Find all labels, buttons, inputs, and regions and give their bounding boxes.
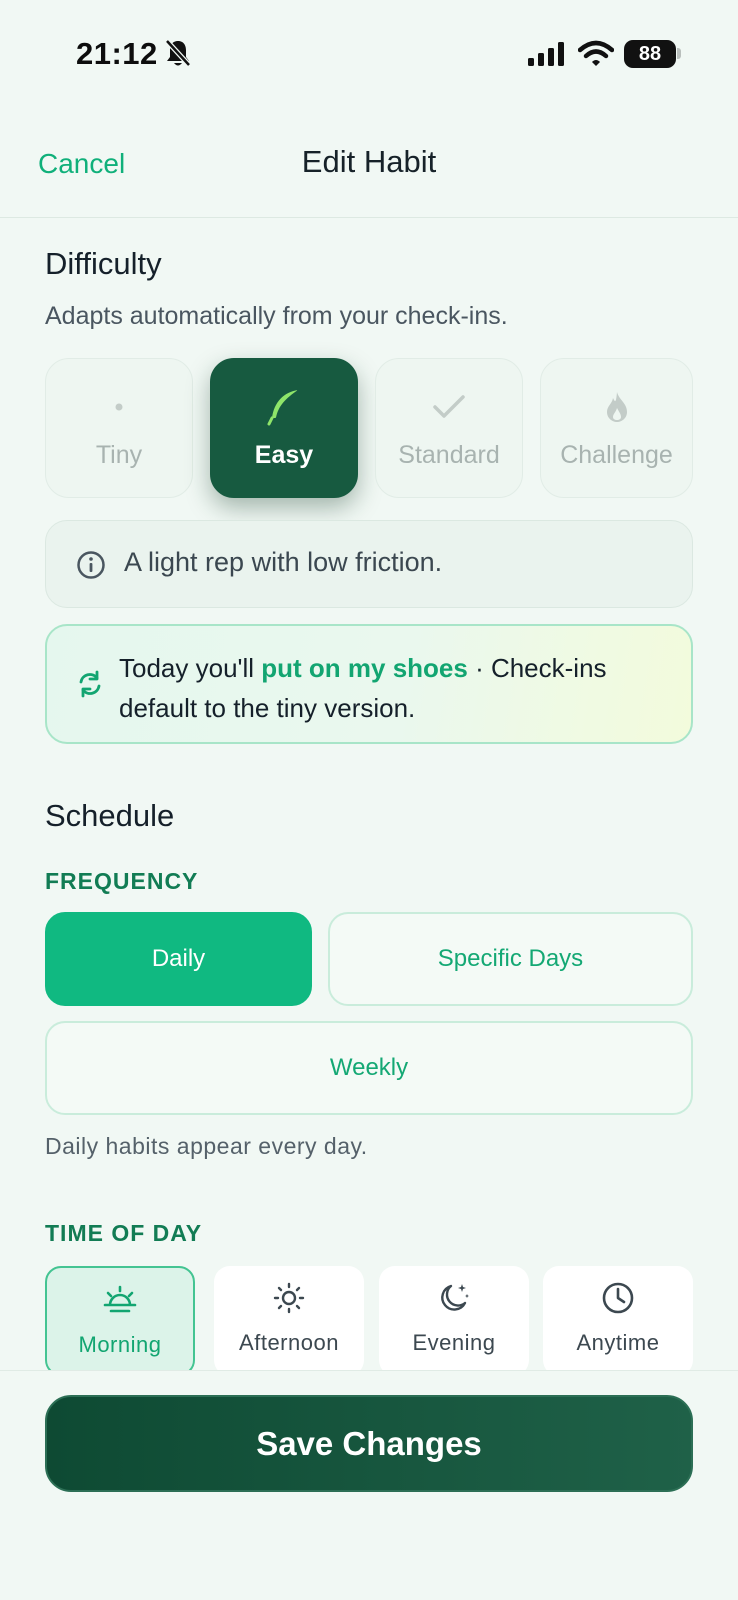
time-of-day-label-text: Afternoon — [239, 1330, 339, 1355]
today-text: Today you'll put on my shoes · Check-ins… — [119, 648, 679, 728]
status-bar: 21:12 88 — [0, 0, 738, 110]
sunrise-icon — [47, 1282, 193, 1318]
time-of-day-label-text: Evening — [412, 1330, 496, 1355]
refresh-icon — [77, 670, 103, 703]
feather-icon — [211, 387, 357, 427]
difficulty-option-label: Tiny — [95, 441, 143, 469]
save-changes-button[interactable]: Save Changes — [45, 1395, 693, 1492]
status-time: 21:12 — [76, 36, 158, 71]
today-notice: Today you'll put on my shoes · Check-ins… — [45, 624, 693, 744]
frequency-label: FREQUENCY — [45, 868, 199, 894]
frequency-specific-days-button[interactable]: Specific Days — [328, 912, 693, 1006]
time-of-day-evening[interactable]: Evening — [379, 1266, 529, 1376]
time-of-day-label-text: Morning — [78, 1332, 162, 1357]
dot-icon — [46, 387, 192, 427]
difficulty-option-label: Standard — [398, 441, 500, 469]
frequency-weekly-button[interactable]: Weekly — [45, 1021, 693, 1115]
today-habit-action: put on my shoes — [261, 653, 468, 683]
frequency-note: Daily habits appear every day. — [45, 1133, 368, 1159]
wifi-icon — [577, 40, 615, 73]
today-text-prefix: Today you'll — [119, 653, 262, 683]
check-icon — [376, 387, 522, 427]
battery-nub — [677, 48, 681, 59]
clock-icon — [543, 1280, 693, 1316]
difficulty-option-label: Easy — [254, 441, 314, 469]
difficulty-option-easy[interactable]: Easy — [210, 358, 358, 498]
flame-icon — [541, 387, 692, 427]
info-text: A light rep with low friction. — [124, 547, 443, 577]
sun-icon — [214, 1280, 364, 1316]
time-of-day-morning[interactable]: Morning — [45, 1266, 195, 1376]
time-of-day-anytime[interactable]: Anytime — [543, 1266, 693, 1376]
difficulty-option-tiny[interactable]: Tiny — [45, 358, 193, 498]
difficulty-option-standard[interactable]: Standard — [375, 358, 523, 498]
time-of-day-afternoon[interactable]: Afternoon — [214, 1266, 364, 1376]
difficulty-title: Difficulty — [45, 246, 162, 281]
moon-icon — [379, 1280, 529, 1316]
time-of-day-label: TIME OF DAY — [45, 1220, 203, 1246]
nav-bar: Cancel Edit Habit — [0, 118, 738, 218]
battery-indicator: 88 — [624, 40, 676, 68]
time-of-day-label-text: Anytime — [576, 1330, 660, 1355]
cellular-signal-icon — [528, 42, 568, 71]
difficulty-subtitle: Adapts automatically from your check-ins… — [45, 302, 508, 330]
bottom-bar: Save Changes — [0, 1370, 738, 1600]
difficulty-info: A light rep with low friction. — [45, 520, 693, 608]
difficulty-option-challenge[interactable]: Challenge — [540, 358, 693, 498]
difficulty-options: Tiny Easy Standard Challenge — [45, 358, 693, 498]
frequency-daily-button[interactable]: Daily — [45, 912, 312, 1006]
page-title: Edit Habit — [301, 144, 437, 179]
bell-muted-icon — [164, 38, 192, 73]
difficulty-option-label: Challenge — [560, 441, 673, 469]
schedule-title: Schedule — [45, 798, 175, 833]
info-icon — [76, 550, 106, 585]
